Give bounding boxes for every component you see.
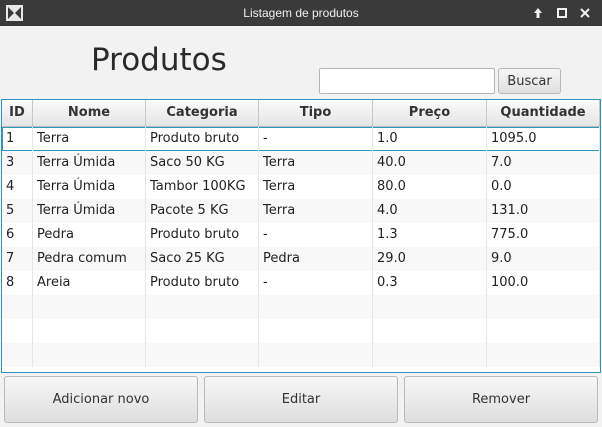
cell-categoria: Tambor 100KG (146, 175, 259, 199)
empty-cell (373, 319, 487, 343)
cell-id: 7 (2, 247, 33, 271)
table-row[interactable]: 3 Terra Úmida Saco 50 KG Terra 40.0 7.0 (2, 151, 600, 175)
table-row[interactable]: 6 Pedra Produto bruto - 1.3 775.0 (2, 223, 600, 247)
cell-preco: 0.3 (373, 271, 487, 295)
empty-table-row (2, 319, 600, 343)
table-row[interactable]: 1 Terra Produto bruto - 1.0 1095.0 (2, 127, 600, 151)
cell-tipo: Terra (259, 199, 373, 223)
cell-nome: Areia (33, 271, 146, 295)
cell-nome: Pedra comum (33, 247, 146, 271)
table-row[interactable]: 8 Areia Produto bruto - 0.3 100.0 (2, 271, 600, 295)
cell-id: 3 (2, 151, 33, 175)
cell-nome: Terra Úmida (33, 175, 146, 199)
column-header-id[interactable]: ID (2, 100, 33, 126)
cell-preco: 40.0 (373, 151, 487, 175)
column-header-categoria[interactable]: Categoria (146, 100, 259, 126)
products-table[interactable]: ID Nome Categoria Tipo Preço Quantidade … (1, 99, 601, 373)
cell-tipo: Terra (259, 175, 373, 199)
cell-quantidade: 7.0 (487, 151, 600, 175)
empty-cell (373, 343, 487, 367)
empty-cell (146, 295, 259, 319)
column-header-tipo[interactable]: Tipo (259, 100, 373, 126)
cell-tipo: - (259, 127, 373, 151)
empty-cell (146, 343, 259, 367)
empty-cell (259, 343, 373, 367)
window-title: Listagem de produtos (243, 6, 359, 20)
column-header-nome[interactable]: Nome (33, 100, 146, 126)
cell-nome: Terra Úmida (33, 151, 146, 175)
cell-preco: 80.0 (373, 175, 487, 199)
cell-preco: 4.0 (373, 199, 487, 223)
empty-cell (2, 319, 33, 343)
search-input[interactable] (319, 68, 495, 94)
empty-cell (487, 319, 600, 343)
table-body: 1 Terra Produto bruto - 1.0 1095.0 3 Ter… (2, 127, 600, 367)
cell-categoria: Produto bruto (146, 223, 259, 247)
table-row[interactable]: 5 Terra Úmida Pacote 5 KG Terra 4.0 131.… (2, 199, 600, 223)
cell-quantidade: 775.0 (487, 223, 600, 247)
cell-quantidade: 0.0 (487, 175, 600, 199)
cell-nome: Terra Úmida (33, 199, 146, 223)
table-header: ID Nome Categoria Tipo Preço Quantidade (2, 100, 600, 127)
cell-nome: Pedra (33, 223, 146, 247)
window-titlebar: Listagem de produtos (0, 0, 602, 26)
cell-id: 1 (2, 127, 33, 151)
empty-cell (259, 319, 373, 343)
close-icon[interactable] (576, 4, 594, 22)
cell-quantidade: 100.0 (487, 271, 600, 295)
cell-id: 5 (2, 199, 33, 223)
search-button[interactable]: Buscar (498, 68, 561, 94)
edit-button[interactable]: Editar (204, 376, 398, 423)
restore-icon[interactable] (553, 4, 571, 22)
maximize-up-icon[interactable] (529, 4, 547, 22)
cell-tipo: Terra (259, 151, 373, 175)
add-new-button[interactable]: Adicionar novo (4, 376, 198, 423)
empty-cell (146, 319, 259, 343)
table-row[interactable]: 7 Pedra comum Saco 25 KG Pedra 29.0 9.0 (2, 247, 600, 271)
cell-quantidade: 9.0 (487, 247, 600, 271)
empty-cell (2, 295, 33, 319)
cell-categoria: Pacote 5 KG (146, 199, 259, 223)
cell-quantidade: 1095.0 (487, 127, 600, 151)
cell-id: 8 (2, 271, 33, 295)
cell-preco: 1.3 (373, 223, 487, 247)
cell-categoria: Produto bruto (146, 127, 259, 151)
empty-cell (259, 295, 373, 319)
empty-cell (487, 295, 600, 319)
remove-button[interactable]: Remover (404, 376, 598, 423)
empty-table-row (2, 343, 600, 367)
column-header-preco[interactable]: Preço (373, 100, 487, 126)
empty-cell (33, 343, 146, 367)
cell-preco: 1.0 (373, 127, 487, 151)
empty-cell (487, 343, 600, 367)
empty-cell (2, 343, 33, 367)
empty-cell (33, 295, 146, 319)
cell-tipo: - (259, 223, 373, 247)
cell-preco: 29.0 (373, 247, 487, 271)
table-row[interactable]: 4 Terra Úmida Tambor 100KG Terra 80.0 0.… (2, 175, 600, 199)
empty-table-row (2, 295, 600, 319)
empty-cell (33, 319, 146, 343)
empty-cell (373, 295, 487, 319)
cell-nome: Terra (33, 127, 146, 151)
cell-quantidade: 131.0 (487, 199, 600, 223)
cell-categoria: Saco 25 KG (146, 247, 259, 271)
cell-categoria: Saco 50 KG (146, 151, 259, 175)
cell-tipo: - (259, 271, 373, 295)
cell-id: 4 (2, 175, 33, 199)
column-header-quantidade[interactable]: Quantidade (487, 100, 600, 126)
page-title: Produtos (91, 42, 227, 78)
cell-id: 6 (2, 223, 33, 247)
cell-tipo: Pedra (259, 247, 373, 271)
cell-categoria: Produto bruto (146, 271, 259, 295)
